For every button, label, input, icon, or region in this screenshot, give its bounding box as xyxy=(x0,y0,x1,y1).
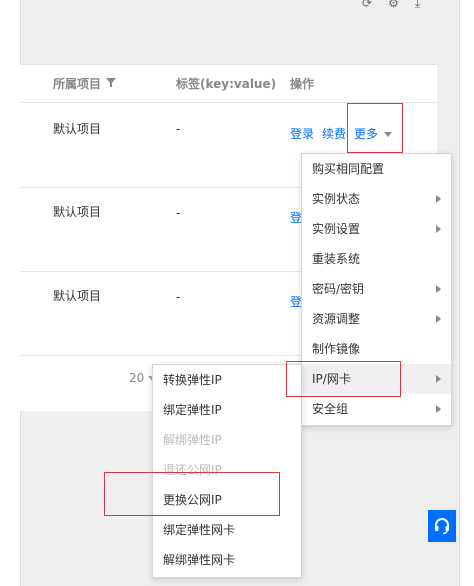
support-button[interactable] xyxy=(428,510,456,542)
more-dropdown-menu: 购买相同配置 实例状态 实例设置 重装系统 密码/密钥 资源调整 制作镜像 IP… xyxy=(301,153,452,426)
menu-item-reinstall-system[interactable]: 重装系统 xyxy=(302,244,451,274)
menu-item-label: 制作镜像 xyxy=(312,342,361,356)
chevron-right-icon xyxy=(436,225,441,233)
menu-item-create-image[interactable]: 制作镜像 xyxy=(302,334,451,364)
submenu-item-label: 解绑弹性网卡 xyxy=(163,553,236,567)
chevron-right-icon xyxy=(436,375,441,383)
column-header-tags: 标签(key:value) xyxy=(176,77,277,91)
row-3-project: 默认项目 xyxy=(53,289,102,303)
row-1-tags: - xyxy=(176,122,181,136)
left-sidebar-edge xyxy=(0,0,21,586)
filter-icon[interactable] xyxy=(106,78,116,87)
caret-down-icon xyxy=(384,132,393,137)
submenu-item-change-public-ip[interactable]: 更换公网IP xyxy=(153,485,301,515)
menu-item-ip-nic[interactable]: IP/网卡 xyxy=(302,364,451,394)
submenu-item-label: 更换公网IP xyxy=(163,493,222,507)
menu-item-buy-same-config[interactable]: 购买相同配置 xyxy=(302,154,451,184)
settings-icon[interactable]: ⚙ xyxy=(388,0,399,10)
menu-item-security-group[interactable]: 安全组 xyxy=(302,394,451,424)
submenu-item-return-public-ip: 退还公网IP xyxy=(153,455,301,485)
menu-item-instance-settings[interactable]: 实例设置 xyxy=(302,214,451,244)
menu-item-label: IP/网卡 xyxy=(312,372,351,386)
menu-item-password-key[interactable]: 密码/密钥 xyxy=(302,274,451,304)
menu-item-label: 实例状态 xyxy=(312,192,361,206)
row-2-project: 默认项目 xyxy=(53,205,102,219)
row-1-project: 默认项目 xyxy=(53,122,102,136)
page-size-value: 20 xyxy=(129,371,145,385)
chevron-right-icon xyxy=(436,405,441,413)
column-header-project: 所属项目 xyxy=(53,77,102,91)
chevron-right-icon xyxy=(436,285,441,293)
download-icon[interactable]: ⤓ xyxy=(415,0,420,10)
menu-item-label: 密码/密钥 xyxy=(312,282,365,296)
menu-item-label: 资源调整 xyxy=(312,312,361,326)
submenu-item-label: 退还公网IP xyxy=(163,463,222,477)
submenu-item-convert-eip[interactable]: 转换弹性IP xyxy=(153,365,301,395)
submenu-item-label: 解绑弹性IP xyxy=(163,433,222,447)
chevron-right-icon xyxy=(436,315,441,323)
row-1-login-link[interactable]: 登录 xyxy=(290,125,314,142)
row-3-tags: - xyxy=(176,290,181,304)
submenu-item-unbind-eip: 解绑弹性IP xyxy=(153,425,301,455)
row-1-more-link[interactable]: 更多 xyxy=(354,125,393,142)
column-header-ops: 操作 xyxy=(290,77,315,91)
row-2-tags: - xyxy=(176,206,181,220)
menu-item-label: 实例设置 xyxy=(312,222,361,236)
chevron-right-icon xyxy=(436,195,441,203)
submenu-item-label: 绑定弹性IP xyxy=(163,403,222,417)
submenu-item-bind-eni[interactable]: 绑定弹性网卡 xyxy=(153,515,301,545)
menu-item-instance-status[interactable]: 实例状态 xyxy=(302,184,451,214)
header-divider xyxy=(20,102,437,103)
more-label: 更多 xyxy=(354,127,379,141)
submenu-item-bind-eip[interactable]: 绑定弹性IP xyxy=(153,395,301,425)
headset-icon xyxy=(435,518,449,535)
row-1-renew-link[interactable]: 续费 xyxy=(322,125,346,142)
menu-item-label: 购买相同配置 xyxy=(312,162,385,176)
ip-nic-submenu: 转换弹性IP 绑定弹性IP 解绑弹性IP 退还公网IP 更换公网IP 绑定弹性网… xyxy=(152,364,302,578)
right-scroll-edge xyxy=(459,0,474,586)
menu-item-label: 重装系统 xyxy=(312,252,361,266)
refresh-icon[interactable]: ⟳ xyxy=(362,0,372,10)
submenu-item-label: 转换弹性IP xyxy=(163,373,222,387)
submenu-item-unbind-eni[interactable]: 解绑弹性网卡 xyxy=(153,545,301,575)
top-toolbar-icons: ⟳ ⚙ ⤓ xyxy=(362,0,432,10)
menu-item-label: 安全组 xyxy=(312,402,349,416)
menu-item-resource-adjust[interactable]: 资源调整 xyxy=(302,304,451,334)
submenu-item-label: 绑定弹性网卡 xyxy=(163,523,236,537)
